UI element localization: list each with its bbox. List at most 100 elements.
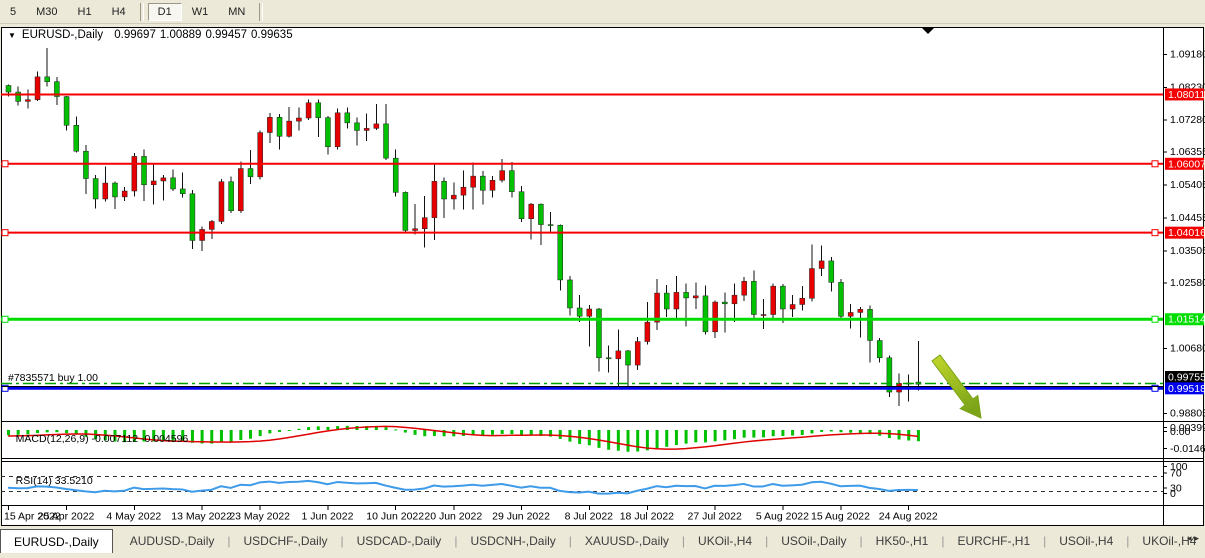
macd-hist-bar: [849, 430, 852, 433]
open-order-label: #7835571 buy 1.00: [8, 372, 98, 384]
candle-body: [616, 351, 621, 359]
candle-body: [693, 296, 698, 298]
candle-body: [713, 302, 718, 332]
tf-button-mn[interactable]: MN: [218, 3, 255, 21]
line-handle[interactable]: [1152, 230, 1158, 236]
tf-button-m5[interactable]: 5: [0, 3, 26, 21]
macd-hist-bar: [394, 429, 397, 430]
candle-body: [74, 125, 79, 151]
candle-body: [25, 100, 30, 102]
candle-body: [238, 169, 243, 211]
tf-button-w1[interactable]: W1: [182, 3, 219, 21]
candle-body: [461, 187, 466, 195]
symbol-tab-xauusd-daily[interactable]: XAUUSD-,Daily: [572, 529, 682, 553]
candle-body: [596, 309, 601, 358]
ohlc-close: 0.99635: [251, 29, 293, 41]
candle-body: [335, 113, 340, 147]
candle-body: [780, 286, 785, 309]
candle-body: [761, 315, 766, 316]
ohlc-open: 0.99697: [114, 29, 156, 41]
macd-hist-bar: [597, 430, 600, 448]
candle-body: [422, 218, 427, 229]
candle-body: [316, 103, 321, 118]
candle-body: [626, 351, 631, 365]
date-tick-label: 8 Jul 2022: [565, 511, 614, 523]
macd-hist-bar: [810, 430, 813, 433]
macd-name: MACD(12,26,9): [16, 433, 89, 445]
price-chart-canvas[interactable]: 1.091801.082301.072801.063551.054051.044…: [0, 24, 1205, 553]
candle-body: [45, 77, 50, 82]
symbol-tab-usdchf-daily[interactable]: USDCHF-,Daily: [231, 529, 341, 553]
macd-hist-bar: [714, 430, 717, 441]
macd-hist-bar: [588, 430, 591, 445]
macd-axis-label: -0.01469: [1170, 443, 1205, 455]
symbol-name: EURUSD-,Daily: [22, 29, 103, 41]
tf-button-d1[interactable]: D1: [148, 3, 182, 21]
macd-hist-bar: [491, 430, 494, 435]
macd-hist-bar: [617, 430, 620, 451]
line-handle[interactable]: [2, 316, 8, 322]
chart-window[interactable]: 1.091801.082301.072801.063551.054051.044…: [0, 24, 1205, 558]
candle-body: [306, 103, 311, 118]
candle-body: [674, 292, 679, 309]
macd-hist-bar: [501, 430, 504, 434]
date-tick-label: 23 May 2022: [229, 511, 290, 523]
candle-body: [490, 180, 495, 190]
symbol-tab-usoil-daily[interactable]: USOil-,Daily: [768, 529, 859, 553]
tf-button-h1[interactable]: H1: [68, 3, 102, 21]
macd-hist-bar: [404, 430, 407, 433]
macd-hist-bar: [230, 430, 233, 442]
macd-hist-bar: [607, 430, 610, 450]
macd-hist-bar: [859, 430, 862, 433]
candle-body: [161, 178, 166, 181]
candle-body: [103, 183, 108, 199]
collapse-triangle-icon[interactable]: ▼: [8, 31, 16, 40]
macd-hist-bar: [423, 430, 426, 436]
tab-scroll-arrows[interactable]: ◂▸: [1187, 533, 1202, 544]
symbol-tab-hk50-h1[interactable]: HK50-,H1: [863, 529, 942, 553]
date-tick-label: 18 Jul 2022: [620, 511, 674, 523]
symbol-tab-eurusd-daily[interactable]: EURUSD-,Daily: [0, 529, 113, 553]
candle-body: [374, 124, 379, 128]
candle-body: [645, 322, 650, 341]
symbol-tab-usoil-h4[interactable]: USOil-,H4: [1046, 529, 1126, 553]
candle-body: [809, 269, 814, 299]
candle-body: [413, 229, 418, 231]
date-tick-label: 4 May 2022: [106, 511, 161, 523]
symbol-tab-ukoil-h4[interactable]: UKOil-,H4: [685, 529, 765, 553]
line-handle[interactable]: [1152, 161, 1158, 167]
candle-body: [684, 292, 689, 298]
tf-button-m30[interactable]: M30: [26, 3, 67, 21]
line-handle[interactable]: [2, 161, 8, 167]
candle-body: [742, 281, 747, 295]
symbol-tab-usdcad-daily[interactable]: USDCAD-,Daily: [344, 529, 455, 553]
tab-scroll-right-icon[interactable]: ▸: [1194, 533, 1202, 543]
hline-price-label: 0.99518: [1168, 383, 1205, 395]
candle-body: [751, 281, 756, 314]
candle-body: [180, 189, 185, 194]
candle-body: [509, 171, 514, 192]
symbol-tab-eurchf-h1[interactable]: EURCHF-,H1: [944, 529, 1043, 553]
price-tick-label: 1.05405: [1170, 179, 1205, 191]
candle-body: [538, 204, 543, 224]
date-tick-label: 5 Aug 2022: [756, 511, 809, 523]
macd-hist-bar: [781, 430, 784, 436]
timeframe-toolbar: 5 M30 H1 H4 D1 W1 MN: [0, 0, 1205, 24]
symbol-tab-audusd-daily[interactable]: AUDUSD-,Daily: [117, 529, 228, 553]
date-tick-label: 25 Apr 2022: [38, 511, 95, 523]
macd-hist-bar: [278, 430, 281, 432]
macd-hist-bar: [743, 430, 746, 438]
macd-hist-bar: [559, 430, 562, 439]
line-handle[interactable]: [2, 230, 8, 236]
current-price-label: 0.99755: [1168, 372, 1205, 384]
macd-hist-bar: [259, 430, 262, 436]
tf-button-h4[interactable]: H4: [102, 3, 136, 21]
price-tick-label: 1.02580: [1170, 277, 1205, 289]
macd-hist-bar: [830, 430, 833, 431]
candle-body: [838, 282, 843, 316]
price-tick-label: 1.03505: [1170, 245, 1205, 257]
candle-body: [267, 117, 272, 132]
candle-body: [606, 358, 611, 359]
line-handle[interactable]: [1152, 316, 1158, 322]
symbol-tab-usdcnh-daily[interactable]: USDCNH-,Daily: [457, 529, 568, 553]
